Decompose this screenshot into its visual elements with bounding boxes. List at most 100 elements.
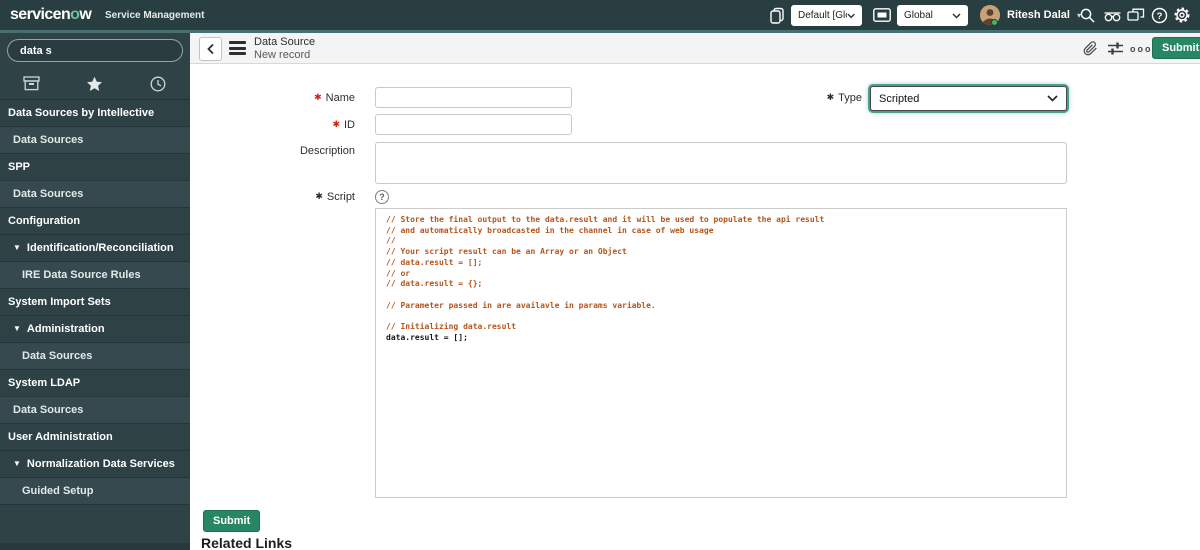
- sidebar-item[interactable]: System LDAP: [0, 370, 190, 397]
- sidebar-item-label: Configuration: [8, 215, 81, 227]
- script-code-line: [386, 311, 1066, 322]
- sidebar-item[interactable]: Data Sources: [0, 397, 190, 424]
- script-code-line: data.result = [];: [386, 332, 468, 342]
- applications-box-icon: [23, 76, 40, 91]
- submit-button-bottom[interactable]: Submit: [203, 510, 261, 532]
- related-links-heading: Related Links: [201, 535, 293, 550]
- application-picker-icon[interactable]: [870, 0, 894, 30]
- form-context-menu-icon[interactable]: [229, 41, 246, 55]
- collapse-triangle-icon: ▼: [13, 324, 21, 333]
- type-field-label: ✱ Type: [826, 92, 862, 104]
- id-field-label: ✱ ID: [332, 119, 355, 131]
- script-code-line: // Initializing data.result: [386, 322, 517, 332]
- sidebar-item-label: Administration: [26, 323, 105, 335]
- application-scope-picker[interactable]: Global: [897, 5, 968, 26]
- navigator-search-box: [7, 39, 183, 62]
- help-icon[interactable]: ?: [1148, 0, 1170, 30]
- sidebar-item[interactable]: ▼ Identification/Reconciliation: [0, 235, 190, 262]
- sidebar-item-label: System Import Sets: [8, 296, 111, 308]
- sidebar-item[interactable]: System Import Sets: [0, 289, 190, 316]
- form-body: ✱ Name ✱ ID Description ✱ Script ? // Store…: [190, 64, 1200, 550]
- sidebar-item[interactable]: ▼ Administration: [0, 316, 190, 343]
- user-menu[interactable]: Ritesh Dalal ▾: [980, 0, 1081, 30]
- description-textarea[interactable]: [375, 142, 1067, 184]
- script-field-label: ✱ Script: [315, 191, 355, 203]
- sidebar-item-label: Identification/Reconciliation: [26, 242, 174, 254]
- user-name: Ritesh Dalal: [1007, 9, 1070, 21]
- user-avatar: [980, 5, 1000, 26]
- form-header-bar: Data Source New record ooo Submit: [190, 33, 1200, 64]
- sidebar-item-label: Data Sources: [13, 404, 84, 416]
- script-code-line: // Store the final output to the data.re…: [386, 215, 825, 224]
- script-code-line: // and automatically broadcasted in the …: [386, 225, 714, 235]
- sidebar-item[interactable]: SPP: [0, 154, 190, 181]
- search-icon[interactable]: [1076, 0, 1098, 30]
- script-help-icon[interactable]: ?: [375, 190, 389, 204]
- script-editor[interactable]: // Store the final output to the data.re…: [375, 208, 1067, 498]
- personalize-form-sliders-icon[interactable]: [1107, 33, 1124, 64]
- update-set-pages-icon[interactable]: [766, 0, 788, 30]
- collapse-triangle-icon: ▼: [13, 243, 21, 252]
- tab-all-applications[interactable]: [0, 68, 63, 99]
- sidebar-item-label: System LDAP: [8, 377, 81, 389]
- back-button[interactable]: [199, 37, 222, 61]
- star-icon: [87, 76, 103, 91]
- chevron-down-icon: [1047, 95, 1058, 102]
- sidebar-item[interactable]: Data Sources: [0, 127, 190, 154]
- mandatory-asterisk-icon: ✱: [332, 119, 340, 129]
- sidebar-item-label: Normalization Data Services: [26, 458, 175, 470]
- filter-navigator-sidebar: Data Sources by Intellective Data Sources…: [0, 33, 190, 550]
- script-code-line: // data.result = [];: [386, 257, 483, 267]
- svg-text:?: ?: [1156, 11, 1162, 22]
- sidebar-item[interactable]: Configuration: [0, 208, 190, 235]
- script-code-line: // Your script result can be an Array or…: [386, 247, 627, 257]
- sidebar-item-label: IRE Data Source Rules: [22, 269, 141, 281]
- presence-dot: [991, 19, 998, 26]
- mandatory-asterisk-icon: ✱: [314, 92, 322, 102]
- script-code-line: // or: [386, 268, 411, 278]
- servicenow-logo[interactable]: servicenow: [10, 6, 92, 24]
- settings-gear-icon[interactable]: [1170, 0, 1194, 30]
- more-options-button[interactable]: ooo: [1130, 33, 1153, 64]
- sidebar-item[interactable]: ▼ Normalization Data Services: [0, 451, 190, 478]
- attachment-paperclip-icon[interactable]: [1083, 33, 1098, 64]
- tab-favorites[interactable]: [63, 68, 126, 99]
- sidebar-item[interactable]: Data Sources: [0, 181, 190, 208]
- submit-button-header[interactable]: Submit: [1152, 37, 1200, 59]
- chevron-down-icon: [847, 13, 855, 18]
- name-input[interactable]: [375, 87, 572, 108]
- sidebar-item[interactable]: IRE Data Source Rules: [0, 262, 190, 289]
- navigator-search-input[interactable]: [15, 44, 178, 57]
- script-code-line: // data.result = {};: [386, 279, 483, 289]
- form-title-block: Data Source New record: [254, 36, 315, 62]
- sidebar-item-label: SPP: [8, 161, 31, 173]
- sidebar-scroll-strip: [0, 543, 190, 550]
- mandatory-asterisk-icon: ✱: [315, 191, 323, 201]
- sidebar-item-label: Data Sources: [13, 188, 84, 200]
- sidebar-item[interactable]: Data Sources: [0, 343, 190, 370]
- id-input[interactable]: [375, 114, 572, 135]
- mandatory-asterisk-icon: ✱: [826, 92, 835, 102]
- update-set-picker[interactable]: Default [Glo: [791, 5, 862, 26]
- navigator-search-row: [0, 33, 190, 68]
- navigator-tabs: [0, 68, 190, 100]
- sidebar-item[interactable]: Guided Setup: [0, 478, 190, 505]
- sidebar-item-label: Data Sources by Intellective: [8, 107, 155, 119]
- impersonate-glasses-icon[interactable]: [1100, 0, 1124, 30]
- name-field-label: ✱ Name: [314, 92, 355, 104]
- tab-history[interactable]: [127, 68, 190, 99]
- connect-chat-icon[interactable]: [1124, 0, 1148, 30]
- sidebar-item[interactable]: Data Sources by Intellective: [0, 100, 190, 127]
- script-code-line: // Parameter passed in are availavle in …: [386, 300, 656, 310]
- description-field-label: Description: [299, 145, 355, 157]
- sidebar-item-label: User Administration: [8, 431, 113, 443]
- product-label: Service Management: [105, 10, 205, 21]
- sidebar-item[interactable]: User Administration: [0, 424, 190, 451]
- type-select[interactable]: Scripted: [870, 86, 1067, 111]
- chevron-down-icon: [952, 12, 961, 19]
- script-code-line: //: [386, 236, 396, 246]
- sidebar-item-label: Data Sources: [22, 350, 93, 362]
- app-window: servicenow Service Management Default [G…: [0, 0, 1200, 550]
- type-select-value: Scripted: [879, 92, 920, 105]
- sidebar-item-label: Data Sources: [13, 134, 84, 146]
